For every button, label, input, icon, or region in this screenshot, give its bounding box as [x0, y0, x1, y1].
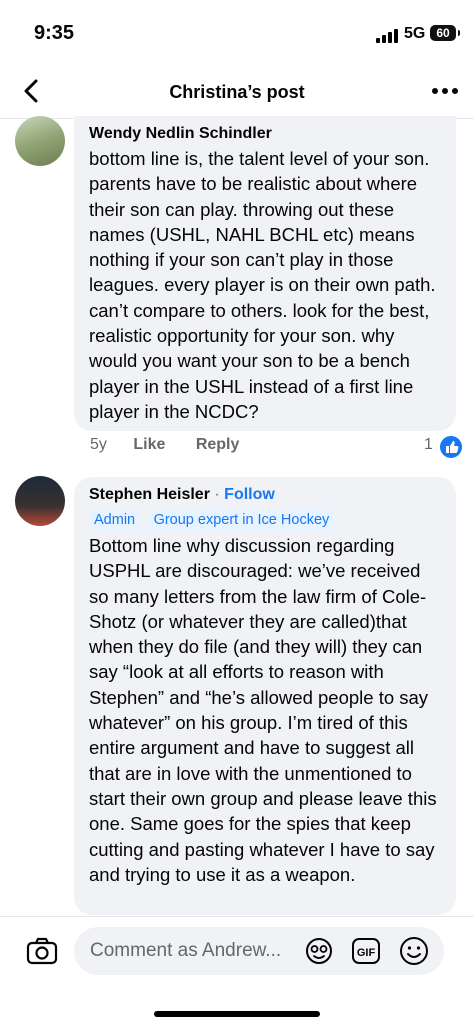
- avatar[interactable]: [15, 116, 65, 166]
- comment-author[interactable]: Wendy Nedlin Schindler: [89, 124, 442, 144]
- camera-icon[interactable]: [26, 935, 58, 967]
- group-expert-badge[interactable]: Group expert in Ice Hockey: [148, 509, 335, 531]
- page-title: Christina’s post: [169, 82, 305, 102]
- comment-text: Bottom line why discussion regarding USP…: [89, 535, 437, 885]
- comment-bubble: Stephen Heisler · Follow Admin Group exp…: [74, 477, 456, 915]
- comment-author-line: Stephen Heisler · Follow: [89, 485, 442, 505]
- battery-icon: 60: [430, 25, 460, 41]
- comment-composer: Comment as Andrew... GIF: [0, 916, 474, 1027]
- status-time: 9:35: [34, 22, 75, 44]
- network-type: 5G: [404, 25, 426, 42]
- like-button[interactable]: Like: [133, 436, 165, 453]
- signal-icon: [376, 29, 400, 43]
- separator: ·: [214, 486, 220, 503]
- follow-button[interactable]: Follow: [224, 486, 275, 503]
- admin-badge[interactable]: Admin: [89, 509, 141, 531]
- avatar-sticker-icon[interactable]: [304, 936, 334, 966]
- comment-text: bottom line is, the talent level of your…: [89, 148, 436, 422]
- reaction-count[interactable]: 1: [424, 436, 433, 454]
- comment-placeholder: Comment as Andrew...: [90, 940, 282, 961]
- comment-author[interactable]: Stephen Heisler: [89, 486, 210, 503]
- emoji-icon[interactable]: [398, 935, 430, 967]
- svg-text:GIF: GIF: [357, 947, 376, 959]
- like-reaction-icon[interactable]: [438, 434, 464, 460]
- gif-icon[interactable]: GIF: [352, 938, 380, 964]
- reply-button[interactable]: Reply: [196, 436, 240, 453]
- badge-row: Admin Group expert in Ice Hockey: [89, 509, 442, 531]
- comment-actions: 5y Like Reply: [90, 436, 265, 454]
- comment-age[interactable]: 5y: [90, 436, 107, 453]
- nav-bar: Christina’s post: [0, 68, 474, 119]
- comment-bubble: Wendy Nedlin Schindler bottom line is, t…: [74, 116, 456, 431]
- status-bar: 9:35 5G 60: [0, 0, 474, 68]
- home-indicator: [154, 1011, 320, 1017]
- avatar[interactable]: [15, 476, 65, 526]
- more-icon[interactable]: [430, 78, 460, 104]
- comment-input[interactable]: Comment as Andrew... GIF: [74, 927, 444, 975]
